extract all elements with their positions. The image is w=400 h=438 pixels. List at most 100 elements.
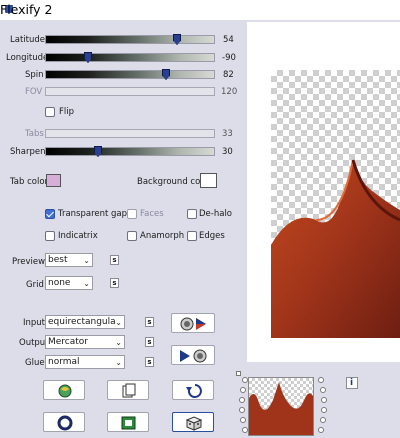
title-bar: Flexify 2	[0, 0, 400, 20]
transparent-gaps-checkbox[interactable]	[45, 209, 55, 219]
preview-image	[271, 70, 400, 338]
navigator-dots-right	[318, 377, 330, 436]
transparent-gaps-label: Transparent gaps	[58, 209, 132, 219]
glue-s-button[interactable]: s	[145, 357, 154, 367]
globe-play-icon	[180, 317, 206, 331]
input-s-button[interactable]: s	[145, 317, 154, 327]
background-color-swatch[interactable]	[200, 173, 217, 188]
latitude-slider[interactable]	[45, 34, 215, 45]
indicatrix-label: Indicatrix	[58, 231, 98, 241]
preview-s-button[interactable]: s	[110, 255, 119, 265]
flip-checkbox[interactable]	[45, 107, 55, 117]
play-to-globe-button[interactable]	[171, 345, 215, 365]
de-halo-label: De-halo	[199, 209, 232, 219]
tabs-value: 33	[222, 129, 233, 139]
grid-select[interactable]: none ⌄	[45, 276, 93, 290]
preview-pane[interactable]	[247, 22, 400, 362]
spin-slider[interactable]	[45, 69, 215, 80]
sharpen-label: Sharpen	[10, 147, 46, 157]
ring-icon	[320, 387, 326, 393]
edges-checkbox[interactable]	[187, 231, 197, 241]
flip-label: Flip	[59, 107, 75, 117]
ring-icon	[318, 427, 324, 433]
ring-icon	[320, 417, 326, 423]
chevron-down-icon: ⌄	[115, 358, 122, 367]
chevron-down-icon: ⌄	[115, 338, 122, 347]
latitude-value[interactable]: 54	[223, 35, 234, 45]
grid-label: Grid	[26, 280, 44, 290]
tab-color-swatch[interactable]	[46, 174, 61, 187]
ring-icon	[239, 397, 245, 403]
edges-label: Edges	[199, 231, 225, 241]
square-icon	[121, 416, 136, 430]
longitude-label: Longitude	[6, 53, 49, 63]
globe-icon	[58, 384, 72, 398]
ring-icon	[318, 377, 324, 383]
tabs-slider	[45, 129, 215, 138]
globe-button[interactable]	[43, 380, 85, 400]
ring-icon	[321, 397, 327, 403]
ring-icon	[57, 415, 73, 431]
fov-label: FOV	[25, 87, 43, 97]
tabs-label: Tabs	[25, 129, 44, 139]
tab-color-label: Tab color	[10, 177, 49, 187]
ring-icon	[321, 407, 327, 413]
input-select[interactable]: equirectangula ⌄	[45, 315, 125, 329]
latitude-label: Latitude	[10, 35, 45, 45]
spin-label: Spin	[25, 70, 44, 80]
ring-icon	[240, 387, 246, 393]
info-icon: i	[350, 378, 354, 388]
window-title: Flexify 2	[0, 2, 53, 17]
preview-select-value: best	[48, 255, 68, 265]
output-select[interactable]: Mercator ⌄	[45, 335, 125, 349]
sharpen-value[interactable]: 30	[222, 147, 233, 157]
sharpen-slider-thumb[interactable]	[94, 146, 102, 157]
longitude-value[interactable]: -90	[222, 53, 236, 63]
sharpen-slider[interactable]	[45, 146, 215, 157]
globe-to-play-button[interactable]	[171, 313, 215, 333]
glue-select-value: normal	[48, 357, 80, 367]
preview-label: Preview	[12, 257, 46, 267]
thumbnail-flame-icon	[249, 382, 313, 435]
pages-button[interactable]	[107, 380, 149, 400]
output-select-value: Mercator	[48, 337, 89, 347]
preview-select[interactable]: best ⌄	[45, 253, 93, 267]
fov-slider	[45, 87, 215, 96]
input-select-value: equirectangula	[48, 317, 116, 327]
ring-icon	[240, 417, 246, 423]
ring-icon	[239, 407, 245, 413]
spin-value[interactable]: 82	[223, 70, 234, 80]
navigator-thumbnail[interactable]	[248, 377, 314, 436]
anamorph-checkbox[interactable]	[127, 231, 137, 241]
glue-label: Glue	[25, 358, 45, 368]
glue-select[interactable]: normal ⌄	[45, 355, 125, 369]
output-s-button[interactable]: s	[145, 337, 154, 347]
navigator-handle[interactable]	[236, 371, 241, 376]
indicatrix-checkbox[interactable]	[45, 231, 55, 241]
de-halo-checkbox[interactable]	[187, 209, 197, 219]
latitude-slider-thumb[interactable]	[173, 34, 181, 45]
longitude-slider[interactable]	[45, 52, 215, 63]
pages-icon	[122, 383, 136, 398]
undo-button[interactable]	[172, 380, 214, 400]
ring-button[interactable]	[43, 412, 85, 432]
chevron-down-icon: ⌄	[83, 256, 90, 265]
grid-select-value: none	[48, 278, 71, 288]
info-button[interactable]: i	[346, 377, 358, 389]
undo-icon	[186, 384, 202, 398]
spin-slider-thumb[interactable]	[162, 69, 170, 80]
dice-button[interactable]	[172, 412, 214, 432]
play-globe-icon	[180, 349, 207, 363]
grid-s-button[interactable]: s	[110, 278, 119, 288]
flame-preview-icon	[271, 159, 400, 338]
square-button[interactable]	[107, 412, 149, 432]
chevron-down-icon: ⌄	[115, 318, 122, 327]
fov-value: 120	[221, 87, 238, 97]
input-label: Input	[23, 318, 46, 328]
longitude-slider-thumb[interactable]	[84, 52, 92, 63]
faces-label: Faces	[140, 209, 164, 219]
dice-icon	[185, 416, 203, 431]
anamorph-label: Anamorph	[140, 231, 185, 241]
faces-checkbox	[127, 209, 137, 219]
chevron-down-icon: ⌄	[83, 279, 90, 288]
